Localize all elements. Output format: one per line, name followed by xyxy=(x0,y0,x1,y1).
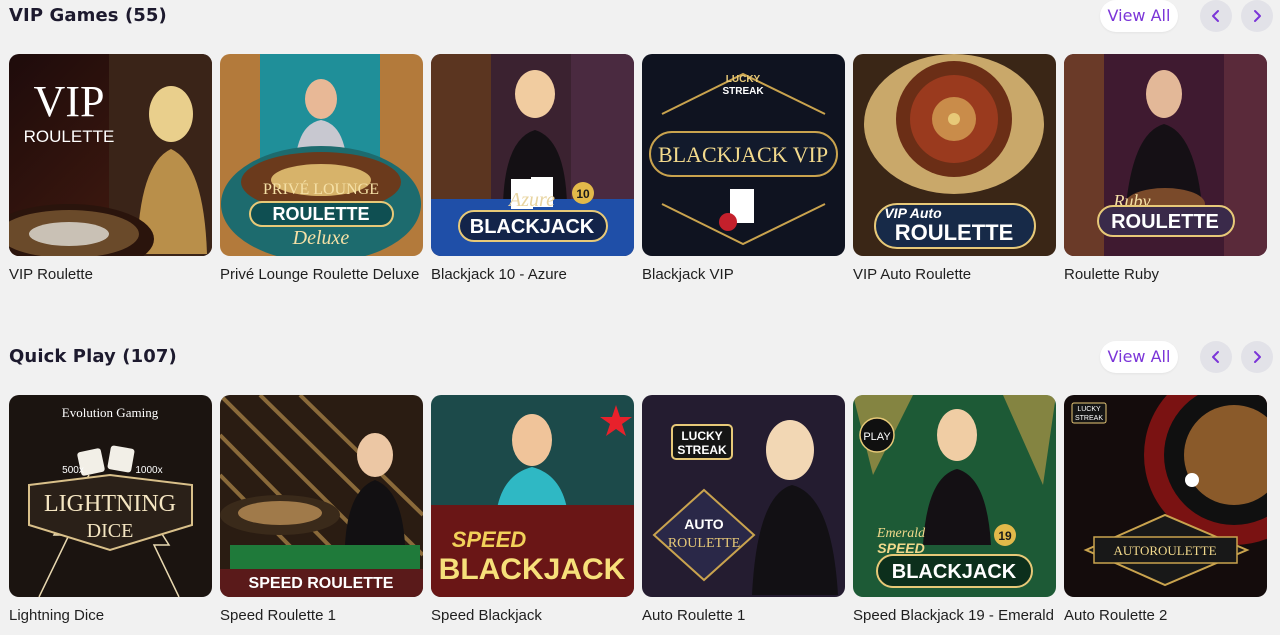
art-badge-line2: STREAK xyxy=(677,443,727,457)
chevron-right-icon xyxy=(1254,10,1261,22)
art-title: VIP Auto xyxy=(884,205,942,221)
art-subtitle: ROULETTE xyxy=(1111,211,1219,233)
section-header: Quick Play (107) View All xyxy=(0,341,1280,381)
art-multiplier-a: 500x xyxy=(62,465,84,476)
game-title[interactable]: Speed Blackjack xyxy=(431,607,542,624)
game-card[interactable]: PRIVÉ LOUNGE ROULETTE Deluxe Privé Loung… xyxy=(220,54,423,283)
game-card[interactable]: LUCKY STREAK AUTO ROULETTE Auto Roulette… xyxy=(642,395,845,624)
game-title[interactable]: Auto Roulette 2 xyxy=(1064,607,1167,624)
game-title[interactable]: Privé Lounge Roulette Deluxe xyxy=(220,266,419,283)
art-title: LIGHTNING xyxy=(44,491,176,517)
art-title: AUTOROULETTE xyxy=(1113,543,1216,558)
game-card[interactable]: SPEED ROULETTE Speed Roulette 1 xyxy=(220,395,423,624)
game-thumbnail[interactable]: VIP Auto ROULETTE xyxy=(853,54,1056,256)
game-thumbnail[interactable]: LUCKY STREAK AUTO ROULETTE xyxy=(642,395,845,597)
art-subtitle: DICE xyxy=(87,520,134,542)
game-title[interactable]: Speed Roulette 1 xyxy=(220,607,336,624)
game-card[interactable]: LUCKY STREAK AUTOROULETTE Auto Roulette … xyxy=(1064,395,1267,624)
game-thumbnail[interactable]: VIP ROULETTE xyxy=(9,54,212,256)
art-title: Azure xyxy=(507,189,555,211)
game-thumbnail[interactable]: Evolution Gaming 500x 1000x LIGHTNING DI… xyxy=(9,395,212,597)
carousel-next-button[interactable] xyxy=(1241,341,1273,373)
game-card[interactable]: Ruby ROULETTE Roulette Ruby xyxy=(1064,54,1267,283)
quick-play-section: Quick Play (107) View All Evolution Gami… xyxy=(0,341,1280,624)
art-badge-line1: LUCKY xyxy=(726,74,761,85)
game-thumbnail[interactable]: PLAY Emerald SPEED BLACKJACK 19 xyxy=(853,395,1056,597)
game-thumbnail[interactable]: Ruby ROULETTE xyxy=(1064,54,1267,256)
game-card[interactable]: Evolution Gaming 500x 1000x LIGHTNING DI… xyxy=(9,395,212,624)
art-badge: 19 xyxy=(998,529,1012,543)
game-title[interactable]: Blackjack 10 - Azure xyxy=(431,266,567,283)
game-title[interactable]: VIP Auto Roulette xyxy=(853,266,971,283)
game-thumbnail[interactable]: SPEED ROULETTE xyxy=(220,395,423,597)
view-all-button[interactable]: View All xyxy=(1100,0,1178,32)
art-subtitle: ROULETTE xyxy=(895,220,1014,245)
art-play-badge: PLAY xyxy=(863,431,891,443)
art-badge: 10 xyxy=(576,187,590,201)
art-badge-line2: STREAK xyxy=(1075,415,1103,422)
art-badge-line1: LUCKY xyxy=(1077,406,1101,413)
games-carousel: Evolution Gaming 500x 1000x LIGHTNING DI… xyxy=(9,395,1280,635)
game-title[interactable]: VIP Roulette xyxy=(9,266,93,283)
game-thumbnail[interactable]: LUCKY STREAK AUTOROULETTE xyxy=(1064,395,1267,597)
games-carousel: VIP ROULETTE VIP Roulette PRIVÉ LOUNGE R… xyxy=(9,54,1280,294)
game-thumbnail[interactable]: SPEED BLACKJACK xyxy=(431,395,634,597)
carousel-prev-button[interactable] xyxy=(1200,341,1232,373)
game-thumbnail[interactable]: PRIVÉ LOUNGE ROULETTE Deluxe xyxy=(220,54,423,256)
carousel-prev-button[interactable] xyxy=(1200,0,1232,32)
art-subtitle: ROULETTE xyxy=(24,127,115,146)
game-thumbnail[interactable]: LUCKY STREAK BLACKJACK VIP xyxy=(642,54,845,256)
game-card[interactable]: Azure BLACKJACK 10 Blackjack 10 - Azure xyxy=(431,54,634,283)
game-title[interactable]: Blackjack VIP xyxy=(642,266,734,283)
art-title: AUTO xyxy=(684,516,724,532)
art-provider: Evolution Gaming xyxy=(62,405,159,420)
game-thumbnail[interactable]: Azure BLACKJACK 10 xyxy=(431,54,634,256)
chevron-right-icon xyxy=(1254,351,1261,363)
chevron-left-icon xyxy=(1212,10,1219,22)
game-card[interactable]: VIP Auto ROULETTE VIP Auto Roulette xyxy=(853,54,1056,283)
art-speed: SPEED xyxy=(877,540,924,556)
art-title: VIP xyxy=(34,77,105,126)
art-tagline: Deluxe xyxy=(292,227,350,249)
carousel-next-button[interactable] xyxy=(1241,0,1273,32)
art-subtitle: ROULETTE xyxy=(273,204,370,224)
view-all-button[interactable]: View All xyxy=(1100,341,1178,373)
art-subtitle: BLACKJACK xyxy=(892,561,1017,583)
game-card[interactable]: SPEED BLACKJACK Speed Blackjack xyxy=(431,395,634,624)
game-title[interactable]: Auto Roulette 1 xyxy=(642,607,745,624)
art-multiplier-b: 1000x xyxy=(135,465,162,476)
game-card[interactable]: LUCKY STREAK BLACKJACK VIP Blackjack VIP xyxy=(642,54,845,283)
vip-games-section: VIP Games (55) View All VIP ROULETTE VIP… xyxy=(0,0,1280,283)
chevron-left-icon xyxy=(1212,351,1219,363)
art-subtitle: ROULETTE xyxy=(668,536,740,551)
art-title: PRIVÉ LOUNGE xyxy=(263,179,379,198)
game-title[interactable]: Roulette Ruby xyxy=(1064,266,1159,283)
art-badge-line2: STREAK xyxy=(722,86,764,97)
art-title: BLACKJACK VIP xyxy=(658,142,828,167)
art-subtitle: BLACKJACK xyxy=(470,216,595,238)
art-subtitle: BLACKJACK xyxy=(439,553,626,586)
section-header: VIP Games (55) View All xyxy=(0,0,1280,40)
game-title[interactable]: Lightning Dice xyxy=(9,607,104,624)
section-title: Quick Play (107) xyxy=(9,346,177,367)
game-card[interactable]: PLAY Emerald SPEED BLACKJACK 19 Speed Bl… xyxy=(853,395,1056,624)
section-title: VIP Games (55) xyxy=(9,5,167,26)
art-title: SPEED ROULETTE xyxy=(249,575,394,592)
game-title[interactable]: Speed Blackjack 19 - Emerald xyxy=(853,607,1054,624)
art-title: SPEED xyxy=(452,527,527,552)
art-title: Emerald xyxy=(876,526,926,541)
art-badge-line1: LUCKY xyxy=(681,429,722,443)
game-card[interactable]: VIP ROULETTE VIP Roulette xyxy=(9,54,212,283)
